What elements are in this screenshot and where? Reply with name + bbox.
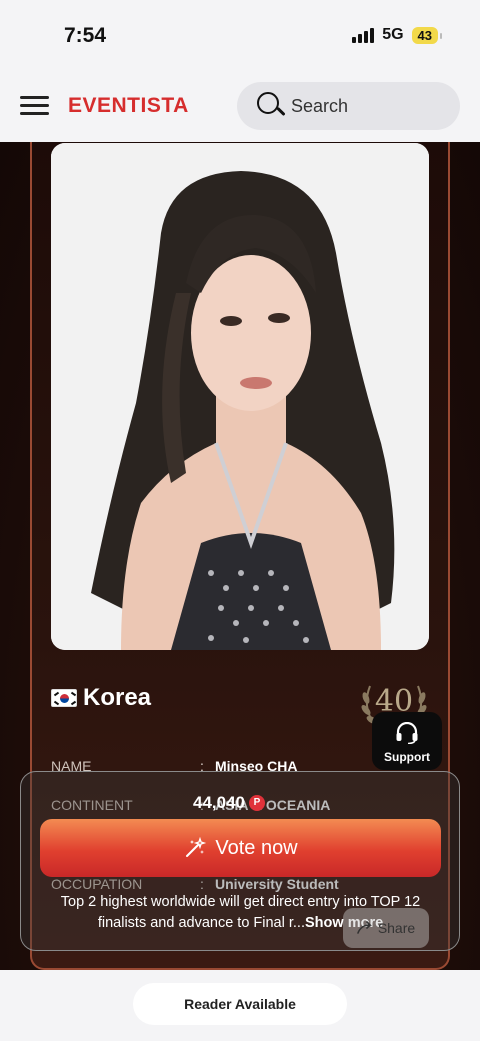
brand-logo[interactable]: EVENTISTA (68, 94, 189, 118)
signal-icon (352, 27, 375, 43)
contestant-photo[interactable] (51, 143, 429, 650)
points-icon: P (249, 795, 265, 811)
status-indicators: 5G 43 (352, 26, 443, 44)
search-placeholder: Search (291, 95, 349, 116)
south-korea-flag-icon (51, 689, 77, 707)
app-header: EVENTISTA Search (0, 70, 480, 142)
reader-available-button[interactable]: Reader Available (133, 983, 347, 1025)
share-button[interactable]: Share (343, 908, 429, 948)
status-bar: 7:54 5G 43 (0, 0, 480, 70)
share-icon (357, 921, 372, 934)
vote-now-button[interactable]: Vote now (40, 819, 441, 877)
headset-icon (396, 722, 418, 744)
search-input[interactable]: Search (237, 82, 460, 130)
support-button[interactable]: Support (372, 712, 442, 770)
status-time: 7:54 (64, 24, 107, 47)
network-type: 5G (382, 26, 404, 43)
hamburger-icon[interactable] (20, 96, 50, 116)
browser-bottom-bar: Reader Available (0, 970, 480, 1041)
vote-count-number: 44,040 (193, 793, 245, 812)
vote-count: 44,040 P (193, 793, 265, 813)
country-name: Korea (83, 684, 152, 711)
share-label: Share (377, 920, 416, 936)
country-row: Korea (51, 684, 151, 712)
reader-label: Reader Available (184, 996, 296, 1012)
vote-now-label: Vote now (215, 836, 298, 859)
magic-wand-icon (186, 836, 207, 857)
search-icon (257, 92, 286, 120)
battery-icon: 43 (411, 26, 443, 44)
support-label: Support (384, 750, 430, 764)
